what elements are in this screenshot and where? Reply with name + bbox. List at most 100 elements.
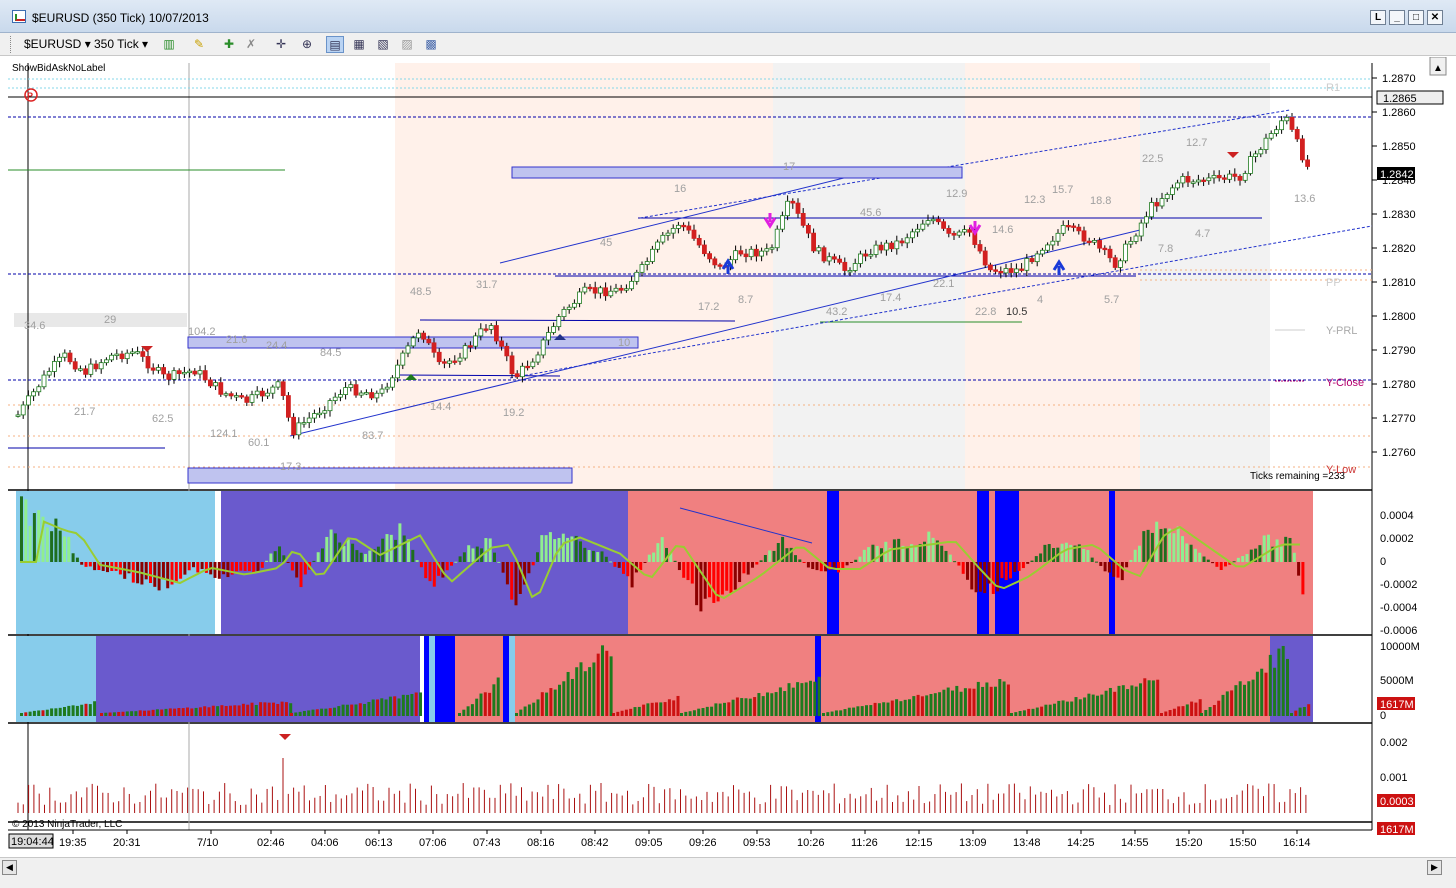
candle-body [577, 291, 582, 304]
scroll-left-button[interactable]: ◀ [2, 860, 17, 875]
window-link-button[interactable]: L [1370, 10, 1386, 25]
osc-bar [647, 554, 651, 562]
volume-bar [401, 694, 405, 716]
candle-body [1253, 153, 1258, 157]
time-tick-label: 06:13 [365, 837, 393, 849]
remove-icon[interactable]: ✗ [242, 36, 260, 53]
candle-body [1227, 173, 1232, 180]
osc-bar [28, 525, 32, 562]
volume-bar [629, 708, 633, 716]
chart-area[interactable]: 34.6 29 104.2 21.6 24.4 84.5 48.5 31.7 4… [0, 57, 1456, 857]
candle-body [717, 264, 723, 267]
chart-trader-icon[interactable]: ▩ [422, 36, 440, 53]
window-minimize-button[interactable]: _ [1389, 10, 1405, 25]
volume-bar [1281, 645, 1285, 716]
osc-bar [1181, 536, 1184, 562]
candle-body [1258, 149, 1264, 155]
osc-bar [157, 562, 161, 591]
time-tick-label: 13:09 [959, 837, 987, 849]
volume-bar [80, 704, 84, 716]
draw-pencil-icon[interactable]: ✎ [190, 36, 208, 53]
scroll-right-button[interactable]: ▶ [1427, 860, 1442, 875]
osc-bar [321, 548, 324, 562]
candle-body [1086, 240, 1092, 244]
osc-bar [149, 562, 152, 584]
crosshair-icon[interactable]: ✛ [272, 36, 290, 53]
volume-bar [1260, 668, 1264, 716]
candle-body [1196, 179, 1201, 183]
osc-bar [342, 546, 346, 562]
volume-bar [903, 699, 907, 716]
osc-axis[interactable]: 0.0004 0.0002 0 -0.0002 -0.0004 -0.0006 [1380, 510, 1417, 637]
osc-bar [24, 499, 28, 562]
osc-bar [58, 530, 62, 562]
osc-bar [1021, 562, 1025, 569]
insert-icon[interactable]: ✚ [220, 36, 238, 53]
line-price-tag-text: 1.2865 [1383, 93, 1417, 105]
price-tick-label: 1.2820 [1382, 243, 1416, 255]
strategies-icon[interactable]: ▦ [350, 36, 368, 53]
volume-bar [787, 683, 791, 716]
volume-bar [376, 699, 379, 716]
supply-zone[interactable] [511, 166, 963, 179]
osc-bar [381, 538, 385, 562]
candle-body [62, 352, 68, 358]
osc-bar [407, 539, 410, 562]
candle-body [379, 388, 385, 394]
candle-body [83, 368, 88, 375]
osc-bar [187, 562, 191, 571]
volume-bar [75, 705, 79, 716]
time-tick-label: 08:16 [527, 837, 555, 849]
time-tick-label: 07:43 [473, 837, 501, 849]
volume-bar [104, 712, 108, 716]
window-close-button[interactable]: ✕ [1427, 10, 1443, 25]
osc-bar [1155, 521, 1159, 562]
osc-bar [325, 536, 329, 562]
price-tick-label: 1.2800 [1382, 311, 1416, 323]
volume-bar [37, 710, 41, 716]
osc-bar [179, 562, 183, 579]
osc-bar [729, 562, 733, 594]
volume-bar [134, 711, 138, 716]
osc-bar [174, 562, 178, 583]
instrument-selector[interactable]: $EURUSD ▾ [24, 36, 91, 53]
candle-body [473, 335, 479, 347]
vol3-axis[interactable]: 0.002 0.001 [1380, 737, 1408, 784]
candle-body [1040, 249, 1045, 255]
price-axis[interactable]: 1.28701.28601.28501.28401.28301.28201.28… [1372, 73, 1416, 459]
demand-zone[interactable] [187, 467, 573, 484]
candle-body [145, 356, 151, 369]
bar-style-icon[interactable]: ▥ [160, 36, 178, 53]
candle-body [847, 270, 853, 273]
time-tick-label: 04:06 [311, 837, 339, 849]
volume-bar [1035, 707, 1039, 716]
candle-body [72, 361, 78, 370]
osc-bar [931, 537, 935, 562]
properties-icon[interactable]: ▨ [398, 36, 416, 53]
candle-body [98, 362, 104, 370]
window-restore-button[interactable]: □ [1408, 10, 1424, 25]
zoom-icon[interactable]: ⊕ [298, 36, 316, 53]
osc-bar [166, 562, 170, 589]
osc-bar [1009, 562, 1012, 579]
swing-label: 17.3 [280, 461, 301, 473]
price-tick-label: 1.2790 [1382, 345, 1416, 357]
price-tick-label: 1.2870 [1382, 73, 1416, 85]
interval-selector[interactable]: 350 Tick ▾ [94, 36, 148, 53]
volume-bar [1031, 708, 1035, 716]
indicators-icon[interactable]: ▧ [374, 36, 392, 53]
osc-bar [798, 559, 802, 562]
osc-bar [609, 561, 613, 563]
candle-body [816, 247, 822, 252]
candle-body [285, 395, 291, 418]
osc-bar [940, 545, 944, 562]
osc-bar [1172, 533, 1176, 562]
vol-bg-blue [435, 636, 455, 722]
horizontal-scrollbar[interactable]: ◀ ▶ [0, 857, 1456, 888]
data-box-icon[interactable]: ▤ [326, 36, 344, 53]
volume-bar [1057, 700, 1061, 716]
osc-bar [278, 546, 281, 562]
time-axis[interactable]: 19:35 20:31 7/10 02:46 04:06 06:13 07:06 07:43 0… [59, 830, 1311, 849]
candle-body [369, 392, 375, 399]
volume-bar [609, 656, 613, 716]
